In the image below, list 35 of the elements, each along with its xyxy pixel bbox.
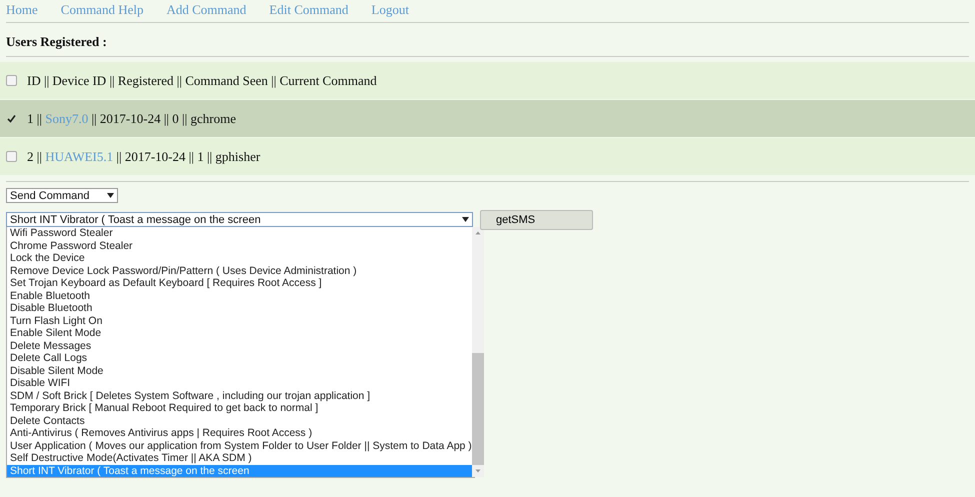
user-record: 1 || Sony7.0 || 2017-10-24 || 0 || gchrome	[27, 110, 236, 126]
dropdown-option[interactable]: Delete Contacts	[7, 414, 472, 427]
dropdown-option[interactable]: Enable Bluetooth	[7, 290, 472, 302]
command-select[interactable]: Short INT Vibrator ( Toast a message on the screen	[6, 212, 473, 227]
checkbox[interactable]	[6, 75, 17, 86]
scroll-thumb[interactable]	[472, 353, 484, 465]
dropdown-option[interactable]: Temporary Brick [ Manual Reboot Required to get back to normal ]	[7, 402, 472, 414]
send-command-select[interactable]: Send Command	[6, 188, 118, 203]
dropdown-option[interactable]: Delete Messages	[7, 340, 472, 352]
getsms-button[interactable]: getSMS	[480, 210, 593, 230]
dropdown-option[interactable]: Anti-Antivirus ( Removes Antivirus apps | Requires Root Access )	[7, 427, 472, 440]
dropdown-option[interactable]: Chrome Password Stealer	[7, 240, 472, 252]
dropdown-option[interactable]: Set Trojan Keyboard as Default Keyboard [ Requires Root Access ]	[7, 277, 472, 290]
section-heading: Users Registered :	[6, 33, 108, 51]
dropdown-option[interactable]: Enable Silent Mode	[7, 327, 472, 340]
column-headers: ID || Device ID || Registered || Command Seen || Current Command	[27, 72, 377, 88]
user-row[interactable]: 1 || Sony7.0 || 2017-10-24 || 0 || gchrome	[0, 100, 975, 137]
dropdown-option[interactable]: Disable WIFI	[7, 377, 472, 390]
dropdown-option[interactable]: Delete Call Logs	[7, 352, 472, 364]
dropdown-option[interactable]: SDM / Soft Brick [ Deletes System Software , including our trojan application ]	[7, 390, 472, 402]
caret-icon	[107, 193, 114, 198]
checkbox[interactable]	[6, 151, 17, 162]
dropdown-option[interactable]: Disable Silent Mode	[7, 364, 472, 377]
user-row[interactable]: 2 || HUAWEI5.1 || 2017-10-24 || 1 || gphisher	[0, 138, 975, 175]
dropdown-option[interactable]: Self Destructive Mode(Activates Timer || AKA SDM )	[7, 452, 472, 464]
user-record: 2 || HUAWEI5.1 || 2017-10-24 || 1 || gphisher	[27, 148, 260, 164]
dropdown-option[interactable]: User Application ( Moves our application from System Folder to User Folder || System to Data App )	[7, 440, 472, 452]
caret-icon	[462, 217, 469, 222]
dropdown-option[interactable]: Wifi Password Stealer	[7, 227, 472, 240]
dropdown-option[interactable]: Disable Bluetooth	[7, 302, 472, 314]
dropdown-option[interactable]: Turn Flash Light On	[7, 314, 472, 327]
dropdown-option[interactable]: Remove Device Lock Password/Pin/Pattern ( Uses Device Administration )	[7, 264, 472, 277]
scrollbar[interactable]	[472, 227, 484, 477]
checkbox[interactable]	[6, 113, 17, 124]
dropdown-option[interactable]: Lock the Device	[7, 252, 472, 264]
